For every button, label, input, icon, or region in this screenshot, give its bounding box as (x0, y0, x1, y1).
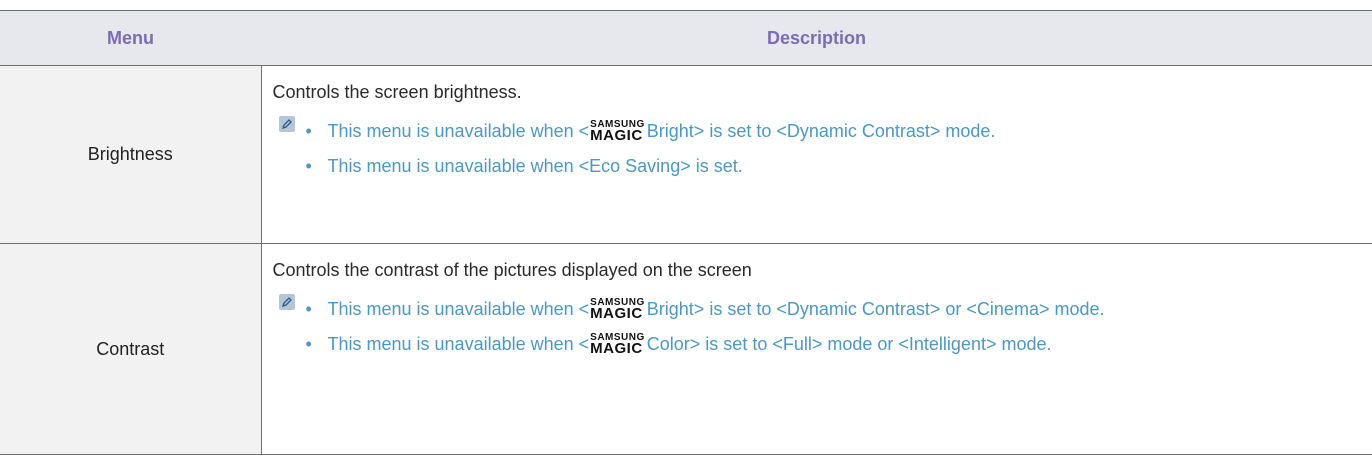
menu-name: Brightness (0, 65, 262, 244)
menu-name: Contrast (0, 243, 262, 455)
description-cell: Controls the screen brightness. • This m… (261, 65, 1372, 244)
samsung-magic-logo: SAMSUNG MAGIC (590, 333, 645, 357)
notes-list: • This menu is unavailable when < SAMSUNG… (273, 116, 1372, 180)
samsung-magic-logo: SAMSUNG MAGIC (590, 120, 645, 144)
samsung-magic-logo: SAMSUNG MAGIC (590, 298, 645, 322)
note-item: • This menu is unavailable when < SAMSUNG… (273, 295, 1372, 323)
bullet-icon: • (305, 299, 312, 319)
note-text-prefix: This menu is unavailable when < (327, 334, 590, 354)
note-text-suffix: Bright> is set to <Dynamic Contrast> mod… (646, 121, 996, 141)
header-description: Description (261, 10, 1372, 66)
bullet-icon: • (305, 156, 312, 176)
table-row: Brightness Controls the screen brightnes… (0, 65, 1372, 244)
header-row: Menu Description (0, 10, 1372, 66)
note-text-prefix: This menu is unavailable when < (327, 299, 590, 319)
bullet-icon: • (305, 334, 312, 354)
bullet-icon: • (305, 121, 312, 141)
note-item: • This menu is unavailable when <Eco Sav… (273, 152, 1372, 180)
note-text-suffix: Bright> is set to <Dynamic Contrast> or … (646, 299, 1105, 319)
note-item: • This menu is unavailable when < SAMSUNG… (273, 117, 1372, 145)
note-text-prefix: This menu is unavailable when < (327, 121, 590, 141)
brand-bottom: MAGIC (590, 340, 643, 357)
note-text: This menu is unavailable when <Eco Savin… (327, 156, 743, 176)
notes-list: • This menu is unavailable when < SAMSUNG… (273, 294, 1372, 358)
note-item: • This menu is unavailable when < SAMSUNG… (273, 330, 1372, 358)
description-cell: Controls the contrast of the pictures di… (261, 243, 1372, 455)
note-text-suffix: Color> is set to <Full> mode or <Intelli… (646, 334, 1052, 354)
menu-table: Menu Description Brightness Controls the… (0, 10, 1372, 455)
description-text: Controls the screen brightness. (272, 82, 522, 102)
brand-bottom: MAGIC (590, 127, 643, 144)
header-menu: Menu (0, 10, 261, 66)
brand-bottom: MAGIC (590, 305, 643, 322)
description-text: Controls the contrast of the pictures di… (272, 260, 752, 280)
table-row: Contrast Controls the contrast of the pi… (0, 243, 1372, 455)
